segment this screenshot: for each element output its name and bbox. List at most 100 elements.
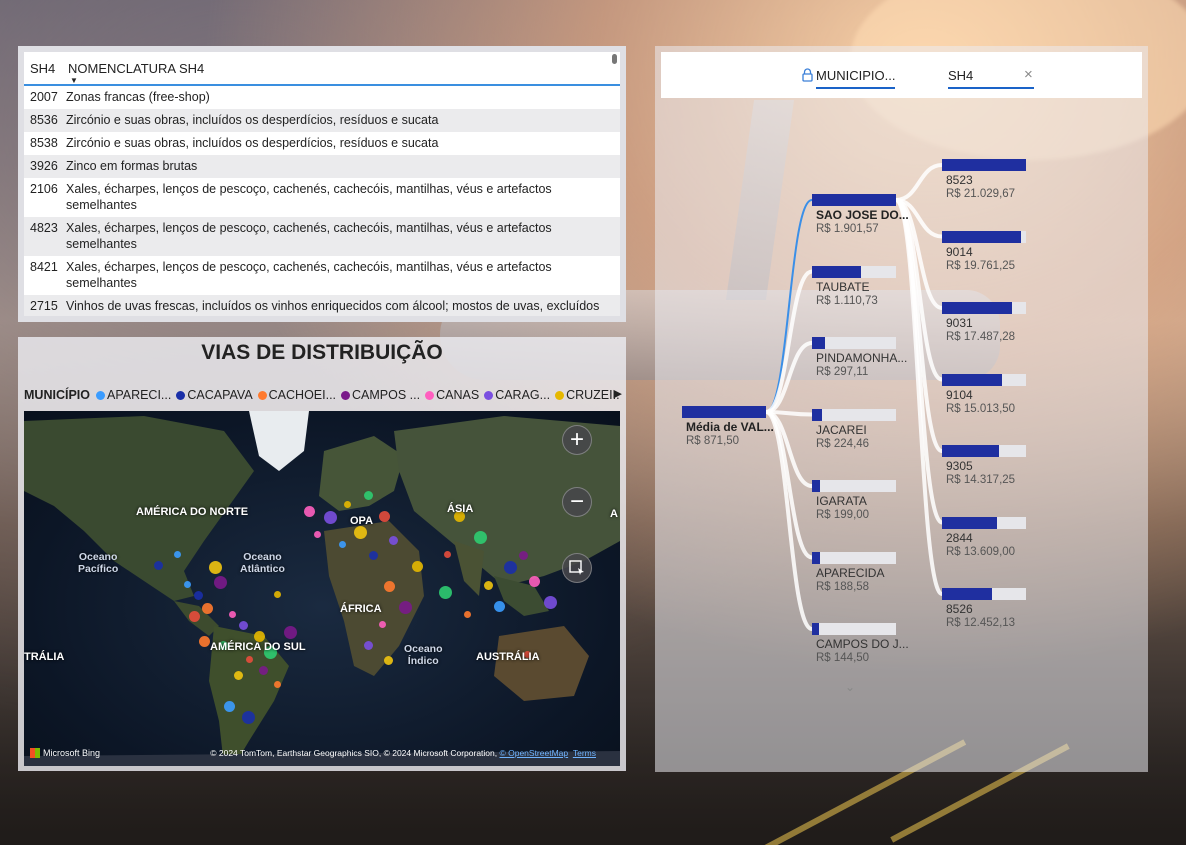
sh4-node-bar[interactable] [942, 373, 1026, 386]
zoom-out-button[interactable]: − [562, 487, 592, 517]
legend-item[interactable]: CACHOEI... [257, 388, 336, 402]
map-bubble[interactable] [379, 511, 390, 522]
table-row[interactable]: 8536 Zircónio e suas obras, incluídos os … [24, 109, 620, 132]
table-row[interactable]: 2007 Zonas francas (free-shop) [24, 86, 620, 109]
map-bubble[interactable] [194, 591, 203, 600]
municipio-node-bar[interactable] [812, 480, 896, 492]
map-bubble[interactable] [324, 511, 337, 524]
sh4-node-value: R$ 14.317,25 [946, 474, 1016, 486]
map-bubble[interactable] [544, 596, 557, 609]
continents-shapes [24, 411, 620, 766]
map-bubble[interactable] [224, 701, 235, 712]
map-bubble[interactable] [274, 681, 281, 688]
sh4-node-bar[interactable] [942, 588, 1026, 600]
map-bubble[interactable] [274, 591, 281, 598]
sh4-node-bar[interactable] [942, 445, 1026, 457]
sh4-node-bar[interactable] [942, 302, 1026, 314]
municipio-node-value: R$ 224,46 [816, 437, 870, 450]
map-bubble[interactable] [189, 611, 200, 622]
scrollbar-thumb[interactable] [612, 54, 617, 64]
world-map[interactable]: AMÉRICA DO NORTE OPA ÁSIA Oceano Pacífic… [24, 411, 620, 766]
sh4-node-bar[interactable] [942, 230, 1026, 243]
map-bubble[interactable] [444, 551, 451, 558]
map-bubble[interactable] [174, 551, 181, 558]
municipio-node-bar[interactable] [812, 194, 896, 206]
map-bubble[interactable] [399, 601, 412, 614]
select-area-button[interactable] [562, 553, 592, 583]
legend-item[interactable]: CANAS [425, 388, 479, 402]
map-bubble[interactable] [364, 641, 373, 650]
map-bubble[interactable] [439, 586, 452, 599]
map-bubble[interactable] [314, 531, 321, 538]
legend-next-icon[interactable]: ▶ [614, 387, 622, 400]
map-bubble[interactable] [154, 561, 163, 570]
legend-item[interactable]: APARECI... [95, 388, 171, 402]
column-header-nomenclatura[interactable]: NOMENCLATURA SH4 [64, 61, 620, 76]
terms-link[interactable]: Terms [573, 748, 596, 758]
municipio-node-bar[interactable] [812, 551, 896, 564]
municipio-node-bar[interactable] [812, 265, 896, 278]
bing-text: Microsoft Bing [43, 748, 101, 758]
sh4-code-cell: 8421 [30, 260, 58, 274]
map-bubble[interactable] [242, 711, 255, 724]
map-bubble[interactable] [229, 611, 236, 618]
root-node-bar[interactable] [682, 406, 766, 418]
map-bubble[interactable] [209, 561, 222, 574]
map-bubble[interactable] [474, 531, 487, 544]
map-bubble[interactable] [364, 491, 373, 500]
osm-link[interactable]: © OpenStreetMap [499, 748, 568, 758]
map-bubble[interactable] [369, 551, 378, 560]
municipio-node-bar[interactable] [812, 623, 896, 635]
map-bubble[interactable] [354, 526, 367, 539]
map-bubble[interactable] [504, 561, 517, 574]
column-header-sh4[interactable]: SH4 [24, 61, 64, 76]
map-bubble[interactable] [239, 621, 248, 630]
map-bubble[interactable] [412, 561, 423, 572]
sh4-node-bar[interactable] [942, 159, 1026, 171]
map-bubble[interactable] [389, 536, 398, 545]
table-row[interactable]: 8538 Zircónio e suas obras, incluídos os … [24, 132, 620, 155]
map-bubble[interactable] [304, 506, 315, 517]
map-bubble[interactable] [384, 581, 395, 592]
map-bubble[interactable] [464, 611, 471, 618]
table-row[interactable]: 8421 Xales, écharpes, lenços de pescoço, … [24, 256, 620, 295]
zoom-in-button[interactable]: + [562, 425, 592, 455]
map-bubble[interactable] [529, 576, 540, 587]
map-bubble[interactable] [344, 501, 351, 508]
municipio-node-label: APARECIDA [816, 565, 885, 580]
sh4-node-label: 8526 [946, 602, 973, 616]
map-bubble[interactable] [246, 656, 253, 663]
map-bubble[interactable] [199, 636, 210, 647]
municipio-node-bar[interactable] [812, 337, 896, 349]
legend-item[interactable]: CRUZEI... [555, 388, 620, 402]
tree-link [895, 163, 943, 202]
sh4-code-cell: 8536 [30, 113, 58, 127]
scroll-down-icon[interactable]: ⌄ [845, 680, 855, 694]
legend-item[interactable]: CARAG... [484, 388, 550, 402]
table-row[interactable]: 2715 Vinhos de uvas frescas, incluídos os… [24, 295, 620, 316]
map-bubble[interactable] [234, 671, 243, 680]
sh4-code-cell: 3926 [30, 159, 58, 173]
map-bubble[interactable] [519, 551, 528, 560]
sh4-node-bar[interactable] [942, 516, 1026, 529]
sh4-table-panel: SH4 NOMENCLATURA SH4 ▼ 2007 Zonas francas… [18, 46, 626, 322]
map-bubble[interactable] [202, 603, 213, 614]
table-row[interactable]: 3926 Zinco em formas brutas [24, 155, 620, 178]
map-bubble[interactable] [259, 666, 268, 675]
legend-item[interactable]: CACAPAVA [176, 388, 253, 402]
legend-item[interactable]: CAMPOS ... [341, 388, 420, 402]
table-row[interactable]: 4823 Xales, écharpes, lenços de pescoço, … [24, 217, 620, 256]
map-bubble[interactable] [484, 581, 493, 590]
map-bubble[interactable] [379, 621, 386, 628]
map-bubble[interactable] [494, 601, 505, 612]
map-bubble[interactable] [284, 626, 297, 639]
municipio-node-bar-fill [812, 551, 820, 564]
municipio-node-value: R$ 297,11 [816, 366, 869, 378]
sort-desc-icon: ▼ [70, 76, 78, 85]
municipio-node-bar[interactable] [812, 408, 896, 421]
map-bubble[interactable] [339, 541, 346, 548]
map-bubble[interactable] [384, 656, 393, 665]
map-bubble[interactable] [184, 581, 191, 588]
table-row[interactable]: 2106 Xales, écharpes, lenços de pescoço, … [24, 178, 620, 217]
map-bubble[interactable] [214, 576, 227, 589]
